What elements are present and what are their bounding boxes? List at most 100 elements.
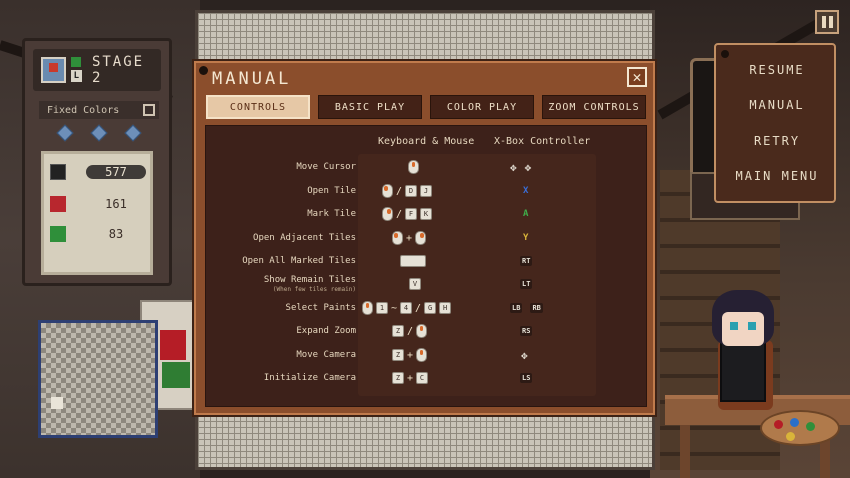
mouse-left-click-icon xyxy=(382,184,393,198)
table-leg xyxy=(680,425,690,478)
brush-icon[interactable] xyxy=(90,124,108,142)
row-label: Expand Zoom xyxy=(296,326,356,336)
color-row[interactable]: 83 xyxy=(50,222,150,246)
manual-button[interactable]: MANUAL xyxy=(716,98,838,112)
keyboard-column-header: Keyboard & Mouse xyxy=(378,136,475,147)
brush-icon[interactable] xyxy=(56,124,74,142)
separator: / xyxy=(415,302,422,314)
rt-trigger-icon: RT xyxy=(520,256,533,266)
manual-title: MANUAL xyxy=(212,69,292,89)
paint-bucket xyxy=(160,330,186,360)
binding-open-all-marked xyxy=(400,254,426,268)
controls-table: Keyboard & Mouse X-Box Controller Move C… xyxy=(205,125,647,407)
lb-bumper-icon: LB xyxy=(510,303,523,313)
pause-button[interactable] xyxy=(815,10,839,34)
color-swatch-red xyxy=(50,196,66,212)
color-swatch-black xyxy=(50,164,66,180)
pad-move-cursor: ✥ ✥ xyxy=(510,160,531,174)
binding-show-remain: V xyxy=(409,277,421,291)
close-icon: ✕ xyxy=(632,68,642,86)
pad-init-camera: LS xyxy=(520,371,533,385)
brush-icon[interactable] xyxy=(124,124,142,142)
size-letter: L xyxy=(70,70,82,82)
character-eye xyxy=(748,322,756,330)
minimap[interactable] xyxy=(38,320,158,438)
controller-column-header: X-Box Controller xyxy=(494,136,591,147)
dpad-icon: ✥ xyxy=(510,160,517,174)
pin-icon xyxy=(721,50,729,58)
row-label: Open Adjacent Tiles xyxy=(253,233,356,243)
pin-icon xyxy=(199,66,208,75)
mouse-move-icon xyxy=(408,160,419,174)
row-label: Show Remain Tiles xyxy=(263,275,356,285)
color-count: 83 xyxy=(108,227,124,241)
right-stick-icon: ✥ xyxy=(521,348,528,362)
paint-bucket xyxy=(162,362,190,388)
row-label: Move Camera xyxy=(296,350,356,360)
binding-move-camera: Z + xyxy=(392,348,428,362)
plus-sign: + xyxy=(407,349,414,361)
rs-stick-icon: RS xyxy=(520,326,533,336)
binding-open-tile: / D J xyxy=(382,184,433,198)
mouse-wheel-icon xyxy=(416,324,428,338)
color-count: 161 xyxy=(105,197,127,211)
fixed-colors-checkbox[interactable] xyxy=(143,104,155,116)
character-eye xyxy=(730,322,738,330)
row-label: Select Paints xyxy=(285,303,356,313)
binding-open-adjacent: + xyxy=(392,231,427,245)
color-row[interactable]: 577 xyxy=(50,160,150,184)
row-label: Move Cursor xyxy=(296,162,356,172)
row-label: Mark Tile xyxy=(307,209,356,219)
pad-open-tile: X xyxy=(523,184,528,198)
pad-select-paints: LB RB xyxy=(510,301,543,315)
stage-size-badge: L xyxy=(69,57,84,83)
key: 1 xyxy=(376,302,388,314)
color-count: 577 xyxy=(86,165,146,179)
tab-controls[interactable]: CONTROLS xyxy=(206,95,310,119)
binding-mark-tile: / F K xyxy=(382,207,433,221)
tab-color-play[interactable]: COLOR PLAY xyxy=(430,95,534,119)
retry-button[interactable]: RETRY xyxy=(716,134,838,148)
flag-icon xyxy=(70,57,81,67)
close-button[interactable]: ✕ xyxy=(627,67,647,87)
main-menu-button[interactable]: MAIN MENU xyxy=(716,169,838,183)
tab-zoom-controls[interactable]: ZOOM CONTROLS xyxy=(542,95,646,119)
separator: / xyxy=(396,208,403,220)
pause-icon xyxy=(821,16,826,28)
ls-stick-icon: LS xyxy=(520,373,533,383)
tab-basic-play[interactable]: BASIC PLAY xyxy=(318,95,422,119)
key: G xyxy=(424,302,437,314)
key: 4 xyxy=(400,302,413,314)
color-swatch-green xyxy=(50,226,66,242)
palette-paint xyxy=(786,432,795,441)
pause-icon xyxy=(828,16,833,28)
key: F xyxy=(405,208,418,220)
pad-show-remain: LT xyxy=(520,277,533,291)
row-label: Initialize Camera xyxy=(263,373,356,383)
mouse-right-click-icon xyxy=(382,207,393,221)
fixed-colors-label: Fixed Colors xyxy=(47,104,120,116)
binding-move-cursor xyxy=(408,160,419,174)
y-button-icon: Y xyxy=(523,233,529,243)
manual-dialog: MANUAL ✕ CONTROLS BASIC PLAY COLOR PLAY … xyxy=(192,59,657,417)
x-button-icon: X xyxy=(523,186,529,196)
mouse-left-click-icon xyxy=(392,231,403,245)
separator: / xyxy=(396,185,403,197)
pad-open-all-marked: RT xyxy=(520,254,533,268)
range-tilde: ~ xyxy=(391,302,398,314)
pad-open-adjacent: Y xyxy=(523,231,528,245)
palette-paint xyxy=(806,422,815,431)
key: D xyxy=(405,185,418,197)
stage-picture-icon xyxy=(41,57,66,83)
paint-palette xyxy=(760,410,840,446)
key: C xyxy=(416,372,429,384)
row-label: Open Tile xyxy=(307,186,356,196)
pause-menu: RESUME MANUAL RETRY MAIN MENU xyxy=(714,43,836,203)
fixed-colors-toggle[interactable]: Fixed Colors xyxy=(39,101,159,119)
stage-panel: L STAGE 2 Fixed Colors 577 161 83 xyxy=(22,38,172,286)
left-stick-icon: ✥ xyxy=(524,160,532,174)
row-label-group: Show Remain Tiles (When few tiles remain… xyxy=(264,275,356,293)
color-row[interactable]: 161 xyxy=(50,192,150,216)
stage-header: L STAGE 2 xyxy=(33,49,161,91)
resume-button[interactable]: RESUME xyxy=(716,63,838,77)
